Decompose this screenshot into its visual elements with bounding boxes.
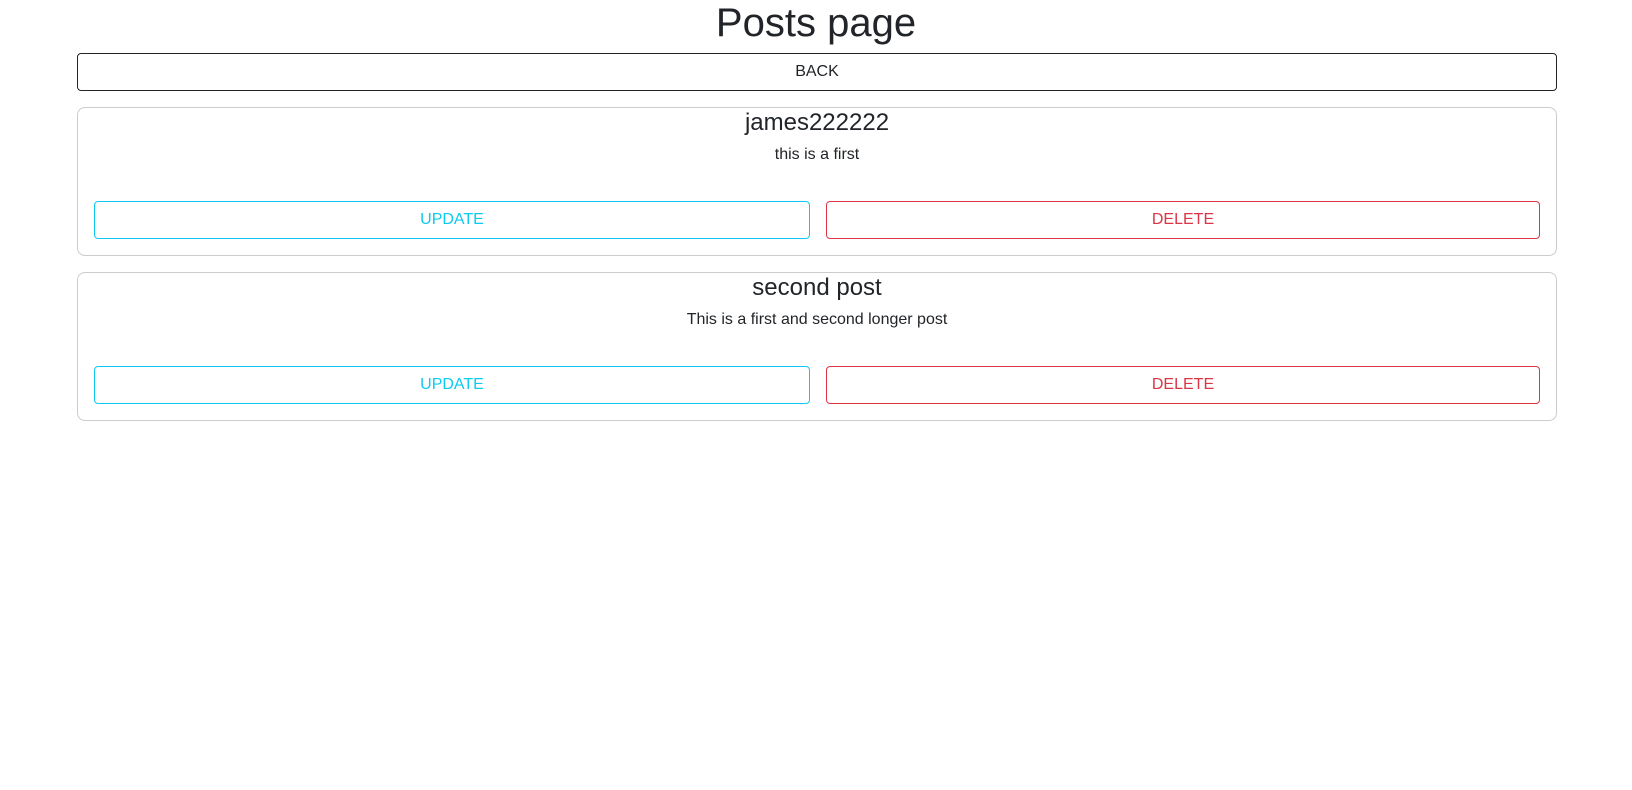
delete-button[interactable]: DELETE	[826, 366, 1540, 404]
page-title: Posts page	[715, 1, 917, 45]
update-button[interactable]: UPDATE	[94, 201, 810, 239]
post-card: second post This is a first and second l…	[77, 272, 1557, 421]
post-card: james222222 this is a first UPDATE DELET…	[77, 107, 1557, 256]
back-button[interactable]: BACK	[77, 53, 1557, 91]
post-body: this is a first	[774, 146, 860, 163]
update-button[interactable]: UPDATE	[94, 366, 810, 404]
post-title: james222222	[744, 109, 890, 136]
post-body: This is a first and second longer post	[686, 311, 948, 328]
post-title: second post	[752, 274, 882, 301]
posts-page: Posts page BACK james222222 this is a fi…	[0, 0, 1632, 790]
delete-button[interactable]: DELETE	[826, 201, 1540, 239]
